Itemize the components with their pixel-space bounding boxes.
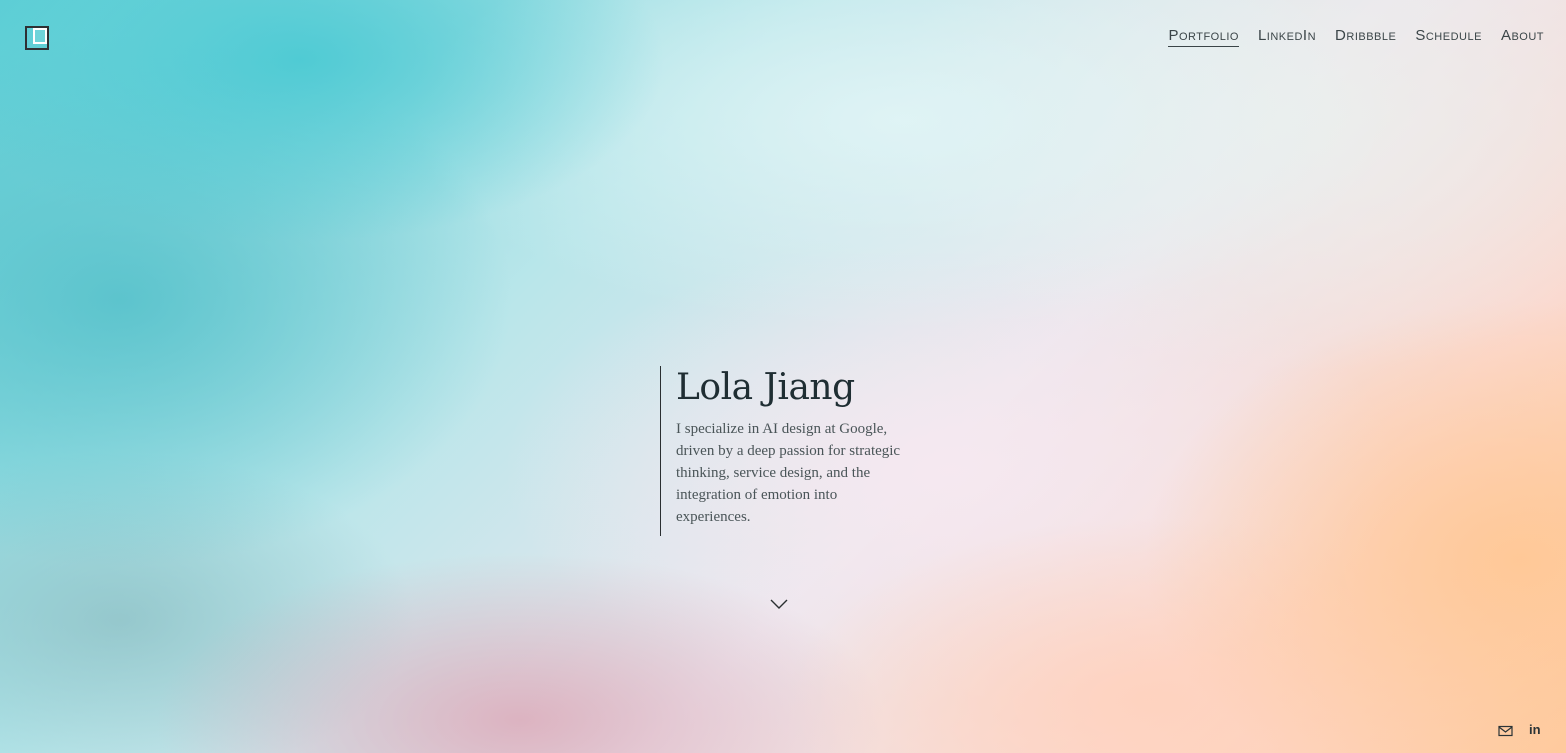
top-navigation: Portfolio LinkedIn Dribbble Schedule Abo… [1168, 27, 1544, 47]
nav-item-linkedin[interactable]: LinkedIn [1258, 27, 1316, 47]
nav-item-portfolio[interactable]: Portfolio [1168, 27, 1239, 47]
logo-inner-fill [35, 30, 45, 42]
hero-intro: Lola Jiang I specialize in AI design at … [660, 366, 926, 536]
logo-square-icon[interactable] [25, 26, 49, 50]
nav-item-schedule[interactable]: Schedule [1415, 27, 1482, 47]
social-links: in [1498, 723, 1544, 737]
nav-item-dribbble[interactable]: Dribbble [1335, 27, 1396, 47]
hero-description: I specialize in AI design at Google, dri… [676, 421, 901, 525]
email-icon[interactable] [1498, 723, 1513, 737]
chevron-down-icon[interactable] [769, 596, 789, 610]
hero-name: Lola Jiang [676, 367, 855, 408]
nav-item-about[interactable]: About [1501, 27, 1544, 47]
linkedin-icon[interactable]: in [1529, 723, 1544, 737]
